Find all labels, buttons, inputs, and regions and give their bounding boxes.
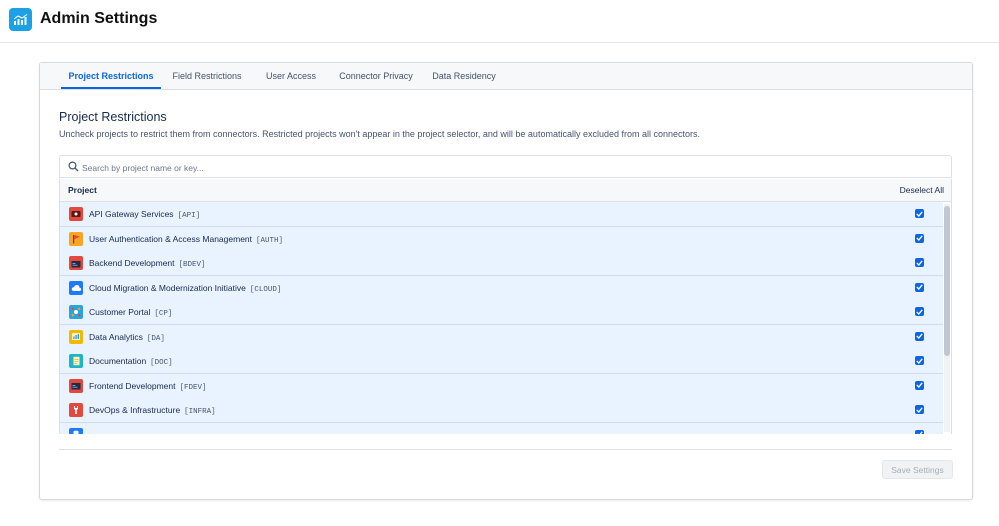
project-name: Data Analytics bbox=[89, 331, 143, 342]
table-row[interactable]: Cloud Migration & Modernization Initiati… bbox=[60, 275, 943, 301]
project-key: [CP] bbox=[154, 310, 173, 318]
project-name: Documentation bbox=[89, 356, 147, 366]
project-name: API Gateway Services bbox=[89, 209, 174, 219]
scrollbar-thumb[interactable] bbox=[944, 206, 950, 356]
project-checkbox[interactable] bbox=[915, 282, 924, 292]
project-checkbox[interactable] bbox=[915, 405, 924, 414]
project-checkbox[interactable] bbox=[915, 209, 924, 218]
project-checkbox[interactable] bbox=[915, 429, 924, 434]
project-name: Customer Portal bbox=[89, 307, 151, 317]
page-title: Admin Settings bbox=[40, 10, 158, 27]
section-title: Project Restrictions bbox=[59, 110, 167, 124]
column-header-project: Project bbox=[68, 185, 97, 195]
table-row[interactable]: API Gateway Services [API] bbox=[60, 202, 943, 227]
project-checkbox[interactable] bbox=[915, 233, 924, 243]
analytics-icon bbox=[69, 329, 83, 344]
project-checkbox[interactable] bbox=[915, 380, 924, 390]
search-input[interactable] bbox=[80, 158, 944, 177]
top-bar: Admin Settings bbox=[0, 0, 999, 43]
save-settings-button[interactable]: Save Settings bbox=[882, 460, 953, 479]
project-key: [CLOUD] bbox=[249, 285, 282, 294]
table-row[interactable]: Data Analytics [DA] bbox=[60, 324, 943, 350]
flag-icon bbox=[69, 231, 83, 246]
tab-field-restrictions[interactable]: Field Restrictions bbox=[166, 63, 248, 89]
table-row[interactable]: Customer Portal [CP] bbox=[60, 300, 943, 325]
tab-user-access[interactable]: User Access bbox=[258, 63, 324, 89]
tab-connector-privacy[interactable]: Connector Privacy bbox=[332, 63, 420, 89]
project-key: [AUTH] bbox=[256, 236, 284, 245]
project-name: Frontend Development bbox=[89, 380, 176, 391]
project-key: [DOC] bbox=[150, 359, 173, 367]
divider bbox=[59, 449, 952, 450]
chart-icon bbox=[9, 8, 32, 31]
project-key: [FDEV] bbox=[179, 383, 207, 392]
table-row[interactable]: Frontend Development [FDEV] bbox=[60, 373, 943, 399]
table-row[interactable]: DevOps & Infrastructure [INFRA] bbox=[60, 398, 943, 423]
cloud-icon bbox=[69, 280, 83, 295]
project-name: DevOps & Infrastructure bbox=[89, 405, 181, 415]
mobile-icon bbox=[69, 427, 83, 434]
project-name: Backend Development bbox=[89, 258, 175, 268]
gateway-icon bbox=[69, 207, 83, 221]
table-row[interactable]: Backend Development [BDEV] bbox=[60, 251, 943, 276]
settings-panel: Project Restrictions Field Restrictions … bbox=[39, 62, 973, 500]
tab-bar: Project Restrictions Field Restrictions … bbox=[40, 63, 972, 90]
project-list: API Gateway Services [API] User Authentic… bbox=[59, 202, 952, 434]
tab-project-restrictions[interactable]: Project Restrictions bbox=[61, 63, 161, 89]
tab-data-residency[interactable]: Data Residency bbox=[428, 63, 500, 89]
search-icon bbox=[68, 161, 79, 172]
project-key: [INFRA] bbox=[184, 408, 216, 416]
project-name: User Authentication & Access Management bbox=[89, 233, 253, 244]
table-row[interactable] bbox=[60, 422, 943, 434]
section-description: Uncheck projects to restrict them from c… bbox=[59, 129, 701, 139]
wrench-icon bbox=[69, 403, 83, 417]
list-scrollbar[interactable] bbox=[944, 204, 950, 432]
project-checkbox[interactable] bbox=[915, 356, 924, 365]
deselect-all-button[interactable]: Deselect All bbox=[900, 185, 944, 195]
table-header: Project Deselect All bbox=[59, 179, 952, 202]
project-key: [DA] bbox=[146, 334, 165, 343]
project-checkbox[interactable] bbox=[915, 307, 924, 316]
terminal-icon bbox=[69, 256, 83, 270]
portal-icon bbox=[69, 305, 83, 319]
project-key: [API] bbox=[177, 212, 201, 220]
search-box bbox=[59, 155, 952, 178]
document-icon bbox=[69, 354, 83, 368]
project-checkbox[interactable] bbox=[915, 258, 924, 267]
project-checkbox[interactable] bbox=[915, 331, 924, 341]
project-name: Cloud Migration & Modernization Initiati… bbox=[89, 282, 246, 293]
table-row[interactable]: Documentation [DOC] bbox=[60, 349, 943, 374]
table-row[interactable]: User Authentication & Access Management[… bbox=[60, 226, 943, 252]
terminal-icon bbox=[69, 378, 83, 393]
project-key: [BDEV] bbox=[178, 261, 206, 269]
